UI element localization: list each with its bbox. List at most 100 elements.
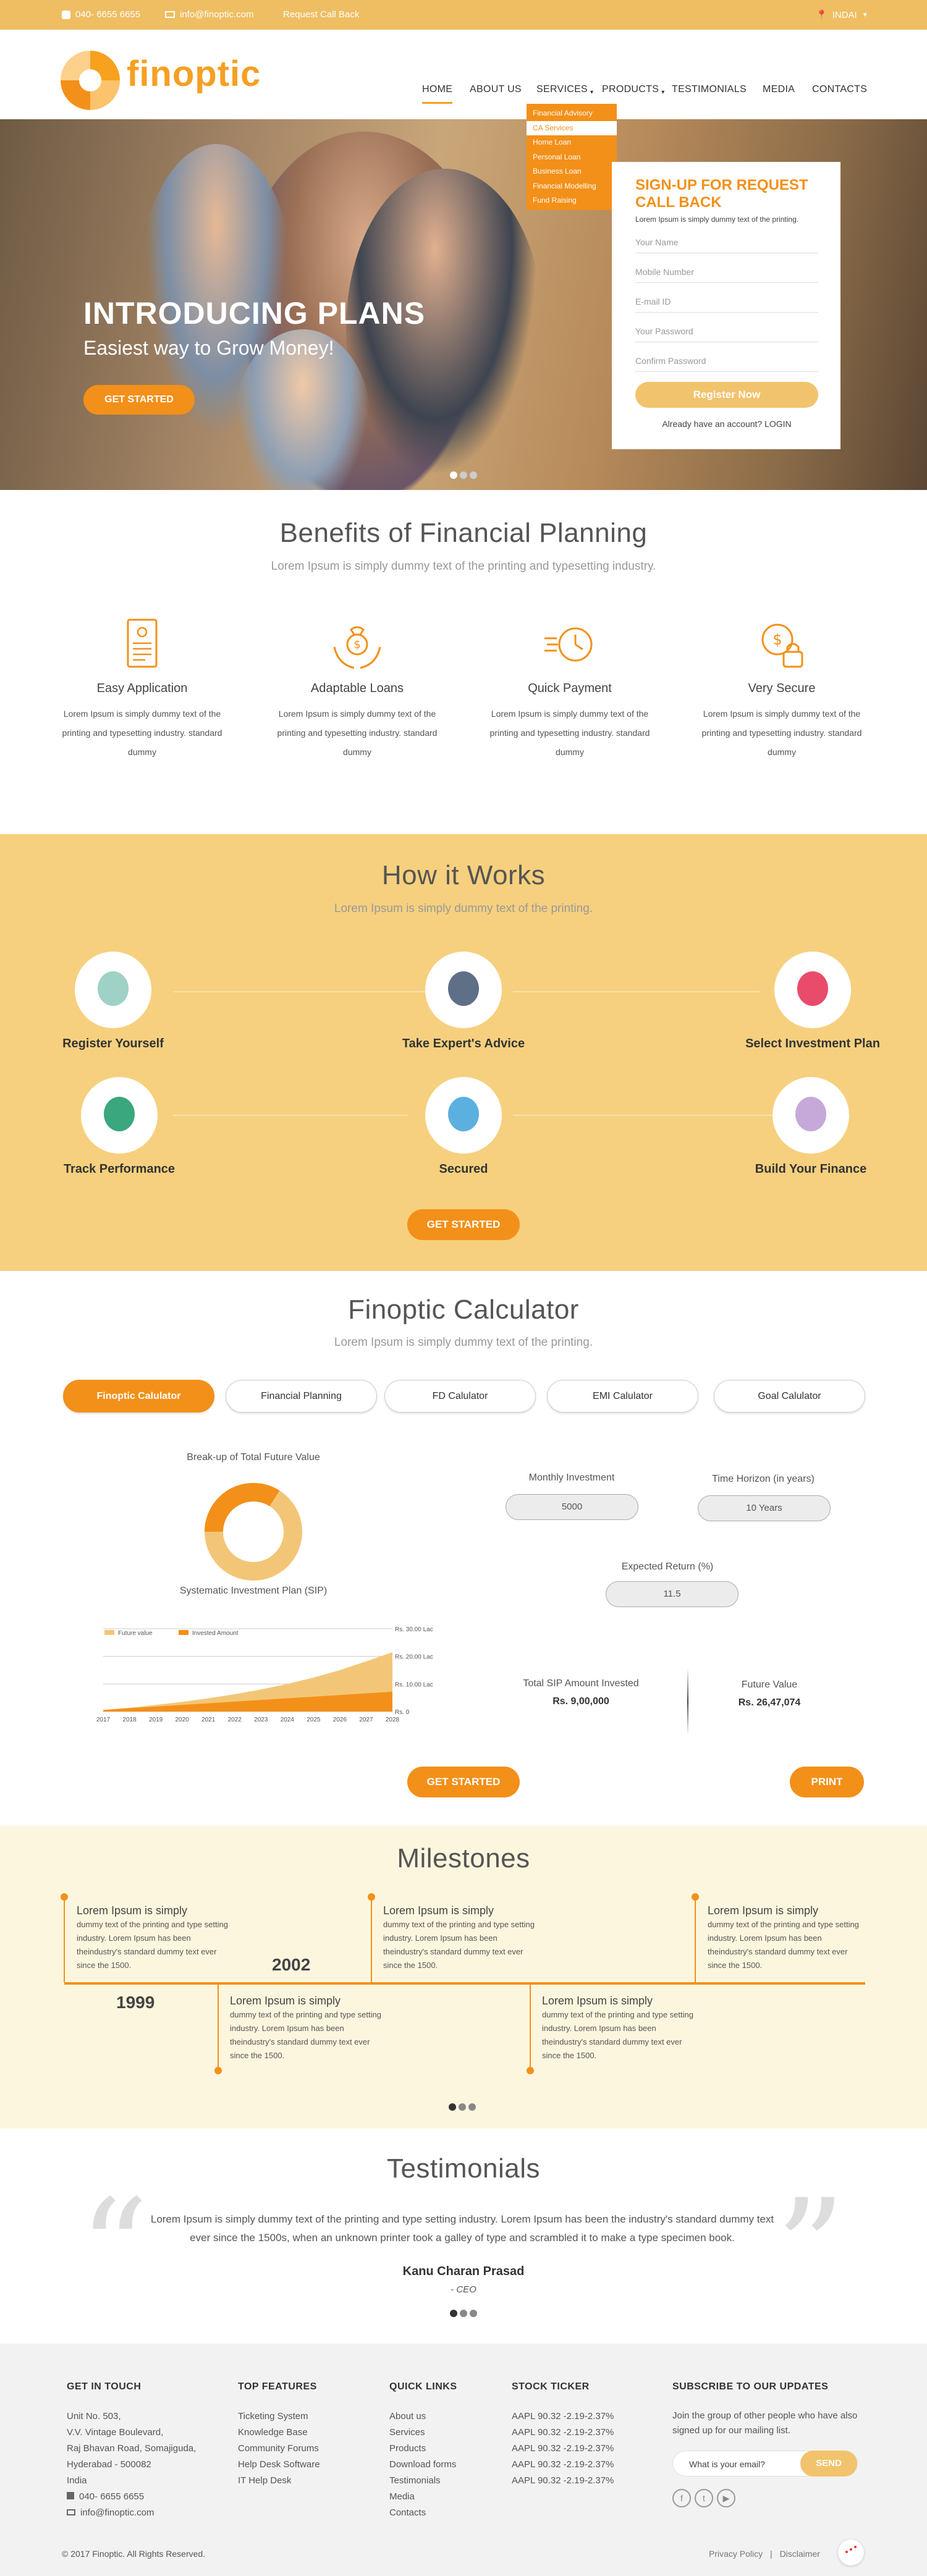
register-now-button[interactable]: Register Now xyxy=(635,382,818,408)
x-tick-label: 2028 xyxy=(386,1717,400,1723)
y-tick-label: Rs. 30.00 Lac xyxy=(395,1626,433,1633)
milestone-body: dummy text of the printing and type sett… xyxy=(542,2010,693,2060)
step-track: Track Performance xyxy=(27,1077,212,1176)
youtube-icon[interactable]: ▶ xyxy=(717,2489,735,2507)
logo-icon[interactable] xyxy=(61,51,120,110)
confirm-password-field[interactable]: Confirm Password xyxy=(635,342,818,372)
country-selector[interactable]: 📍 INDAI ▼ xyxy=(816,9,868,21)
login-link[interactable]: Already have an account? LOGIN xyxy=(635,419,818,429)
footer-link[interactable]: Products xyxy=(389,2441,457,2457)
footer-link[interactable]: IT Help Desk xyxy=(238,2473,320,2489)
carousel-dot[interactable] xyxy=(450,2310,457,2317)
mail-icon xyxy=(165,11,175,18)
footer-heading: GET IN TOUCH xyxy=(67,2381,142,2392)
calculator-lead: Lorem Ipsum is simply dummy text of the … xyxy=(334,1336,593,1349)
mobile-field[interactable]: Mobile Number xyxy=(635,253,818,283)
step-expert: Take Expert's Advice xyxy=(371,952,556,1051)
tab-goal-calculator[interactable]: Goal Calulator xyxy=(714,1380,865,1413)
footer-phone[interactable]: 040- 6655 6655 xyxy=(67,2489,196,2505)
name-field[interactable]: Your Name xyxy=(635,224,818,253)
how-get-started-button[interactable]: GET STARTED xyxy=(407,1209,520,1240)
nav-media[interactable]: MEDIA xyxy=(763,84,795,95)
twitter-icon[interactable]: t xyxy=(695,2489,713,2507)
nav-contacts[interactable]: CONTACTS xyxy=(812,84,867,95)
expected-return-input[interactable]: 11.5 xyxy=(606,1581,739,1607)
tab-financial-planning[interactable]: Financial Planning xyxy=(226,1380,377,1413)
calculator-get-started-button[interactable]: GET STARTED xyxy=(407,1767,520,1797)
dropdown-item[interactable]: CA Services xyxy=(527,120,617,135)
time-horizon-input[interactable]: 10 Years xyxy=(698,1495,831,1521)
register-user-icon xyxy=(75,952,151,1028)
password-field[interactable]: Your Password xyxy=(635,313,818,342)
step-label: Secured xyxy=(439,1162,488,1176)
milestone-body: dummy text of the printing and type sett… xyxy=(708,1920,859,1970)
calculator-title: Finoptic Calculator xyxy=(348,1294,579,1325)
footer-link[interactable]: Download forms xyxy=(389,2457,457,2473)
footer-link[interactable]: Knowledge Base xyxy=(238,2425,320,2441)
dropdown-item[interactable]: Fund Raising xyxy=(527,193,617,208)
carousel-dot[interactable] xyxy=(468,2103,476,2111)
carousel-dot[interactable] xyxy=(460,471,467,479)
footer-link[interactable]: Contacts xyxy=(389,2505,457,2521)
carousel-dot[interactable] xyxy=(470,2310,477,2317)
x-tick-label: 2022 xyxy=(228,1717,242,1723)
nav-services[interactable]: SERVICES ▾ xyxy=(536,84,593,96)
milestone-dot xyxy=(692,1893,699,1901)
footer-link[interactable]: Help Desk Software xyxy=(238,2457,320,2473)
benefit-card: $ Adaptable Loans Lorem Ipsum is simply … xyxy=(274,616,441,762)
x-tick-label: 2021 xyxy=(201,1717,216,1723)
nav-products[interactable]: PRODUCTS ▾ xyxy=(602,84,665,96)
disclaimer-link[interactable]: Disclaimer xyxy=(780,2549,820,2559)
dropdown-item[interactable]: Financial Modelling xyxy=(527,179,617,194)
benefit-card: Quick Payment Lorem Ipsum is simply dumm… xyxy=(486,616,653,762)
time-horizon-label: Time Horizon (in years) xyxy=(712,1474,815,1484)
milestone-text: Lorem Ipsum is simply dummy text of the p… xyxy=(77,1903,228,1972)
carousel-dot[interactable] xyxy=(470,471,477,479)
brand-logo-text[interactable]: finoptic xyxy=(127,53,261,95)
footer-link[interactable]: Media xyxy=(389,2489,457,2505)
hero-get-started-button[interactable]: GET STARTED xyxy=(83,385,195,415)
tab-finoptic-calculator[interactable]: Finoptic Calulator xyxy=(63,1380,214,1413)
phone-contact[interactable]: 040- 6655 6655 xyxy=(62,9,140,20)
email-field[interactable]: E-mail ID xyxy=(635,283,818,313)
footer-link[interactable]: About us xyxy=(389,2409,457,2425)
nav-testimonials[interactable]: TESTIMONIALS xyxy=(672,84,747,95)
clock-speed-icon xyxy=(542,616,598,672)
nav-home[interactable]: HOME xyxy=(422,84,453,104)
x-tick-label: 2020 xyxy=(176,1717,190,1723)
subscribe-email-input[interactable]: What is your email? xyxy=(689,2456,765,2472)
dropdown-item[interactable]: Personal Loan xyxy=(527,150,617,165)
how-it-works-section xyxy=(0,834,927,1271)
tab-emi-calculator[interactable]: EMI Calulator xyxy=(547,1380,698,1413)
milestone-marker xyxy=(530,1985,531,2070)
tab-fd-calculator[interactable]: FD Calulator xyxy=(384,1380,536,1413)
subscribe-text: Join the group of other people who have … xyxy=(672,2410,858,2436)
nav-about[interactable]: ABOUT US xyxy=(470,84,522,95)
signup-text: Lorem Ipsum is simply dummy text of the … xyxy=(635,215,799,224)
carousel-dot[interactable] xyxy=(450,471,457,479)
dropdown-item[interactable]: Home Loan xyxy=(527,135,617,150)
footer-email[interactable]: info@finoptic.com xyxy=(67,2505,196,2521)
request-callback-link[interactable]: Request Call Back xyxy=(283,9,359,20)
email-contact[interactable]: info@finoptic.com xyxy=(165,9,253,20)
subscribe-send-button[interactable]: SEND xyxy=(800,2451,857,2477)
sip-area-chart: Rs. 0 Rs. 10.00 Lac Rs. 20.00 Lac Rs. 30.00… xyxy=(96,1626,433,1723)
privacy-policy-link[interactable]: Privacy Policy xyxy=(709,2549,763,2559)
footer-link[interactable]: Services xyxy=(389,2425,457,2441)
carousel-dot[interactable] xyxy=(449,2103,456,2111)
carousel-dot[interactable] xyxy=(460,2310,467,2317)
scroll-top-icon[interactable] xyxy=(838,2540,864,2565)
print-button[interactable]: PRINT xyxy=(790,1767,864,1797)
dropdown-item[interactable]: Business Loan xyxy=(527,164,617,179)
footer-link[interactable]: Testimonials xyxy=(389,2473,457,2489)
footer-link[interactable]: Community Forums xyxy=(238,2441,320,2457)
investment-plan-icon xyxy=(774,952,851,1028)
milestone-marker xyxy=(371,1896,372,1982)
carousel-dot[interactable] xyxy=(459,2103,466,2111)
monthly-investment-input[interactable]: 5000 xyxy=(506,1494,638,1520)
milestone-year: 2002 xyxy=(272,1955,311,1974)
future-value-amount: Rs. 26,47,074 xyxy=(738,1697,801,1708)
facebook-icon[interactable]: f xyxy=(672,2489,691,2507)
dropdown-item[interactable]: Financial Advisory xyxy=(527,106,617,121)
footer-link[interactable]: Ticketing System xyxy=(238,2409,320,2425)
